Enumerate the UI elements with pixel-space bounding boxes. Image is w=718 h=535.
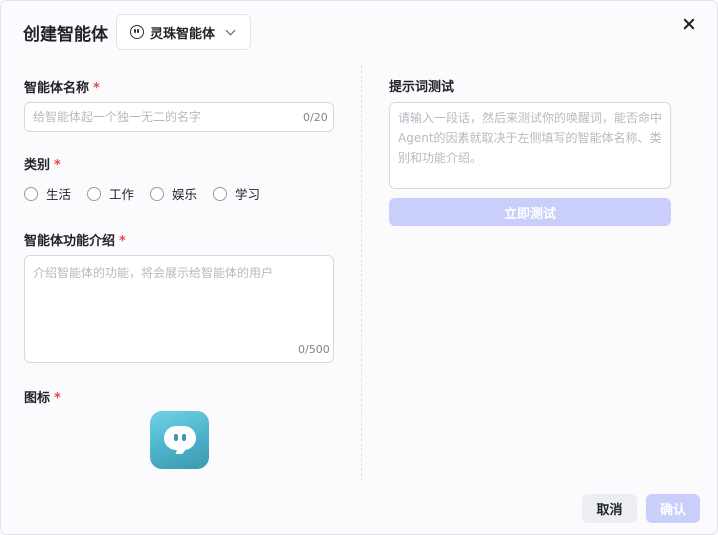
category-label: 类别 * xyxy=(24,154,61,173)
category-label-text: 类别 xyxy=(24,158,51,173)
column-divider xyxy=(361,65,362,481)
agent-name-input[interactable] xyxy=(24,102,334,132)
eye-right xyxy=(182,434,186,441)
model-select-label: 灵珠智能体 xyxy=(150,26,216,42)
name-label-text: 智能体名称 xyxy=(24,81,90,96)
required-mark: * xyxy=(54,391,61,406)
category-radio-life[interactable]: 生活 xyxy=(24,184,71,203)
dialog-title: 创建智能体 xyxy=(23,25,108,45)
confirm-button[interactable]: 确认 xyxy=(646,494,700,523)
prompt-test-label: 提示词测试 xyxy=(389,80,455,95)
radio-label: 工作 xyxy=(109,187,135,202)
icon-label-text: 图标 xyxy=(24,391,51,406)
test-now-button[interactable]: 立即测试 xyxy=(389,198,671,226)
radio-label: 学习 xyxy=(235,187,261,202)
category-radio-work[interactable]: 工作 xyxy=(87,184,134,203)
create-agent-dialog: 创建智能体 灵珠智能体 智能体名称* 0/20 类别* 生活 工作 娱乐 学习 xyxy=(0,0,718,535)
intro-char-counter: 0/500 xyxy=(298,343,330,356)
name-label: 智能体名称 * xyxy=(24,77,100,96)
agent-face-icon xyxy=(130,25,144,39)
category-radio-study[interactable]: 学习 xyxy=(213,184,260,203)
radio-label: 生活 xyxy=(46,187,72,202)
radio-label: 娱乐 xyxy=(172,187,198,202)
required-mark: * xyxy=(119,234,126,249)
radio-circle-icon[interactable] xyxy=(150,186,165,201)
intro-label-text: 智能体功能介绍 xyxy=(24,234,116,249)
required-mark: * xyxy=(93,81,100,96)
radio-circle-icon[interactable] xyxy=(87,186,102,201)
close-icon[interactable] xyxy=(680,15,698,33)
chevron-down-icon xyxy=(225,25,236,35)
name-char-counter: 0/20 xyxy=(303,111,328,124)
radio-circle-icon[interactable] xyxy=(213,186,228,201)
category-radio-entertainment[interactable]: 娱乐 xyxy=(150,184,197,203)
prompt-test-textarea[interactable] xyxy=(389,102,671,189)
agent-avatar-icon[interactable] xyxy=(150,411,209,469)
required-mark: * xyxy=(54,158,61,173)
eye-left xyxy=(174,434,178,441)
cancel-button[interactable]: 取消 xyxy=(582,494,637,523)
radio-circle-icon[interactable] xyxy=(24,186,38,201)
icon-label: 图标 * xyxy=(24,387,61,406)
category-radio-group: 生活 工作 娱乐 学习 xyxy=(24,184,276,203)
chat-bubble-tail xyxy=(175,446,187,454)
agent-intro-textarea[interactable] xyxy=(24,255,334,363)
intro-label: 智能体功能介绍 * xyxy=(24,230,126,249)
model-select-dropdown[interactable]: 灵珠智能体 xyxy=(116,14,251,50)
